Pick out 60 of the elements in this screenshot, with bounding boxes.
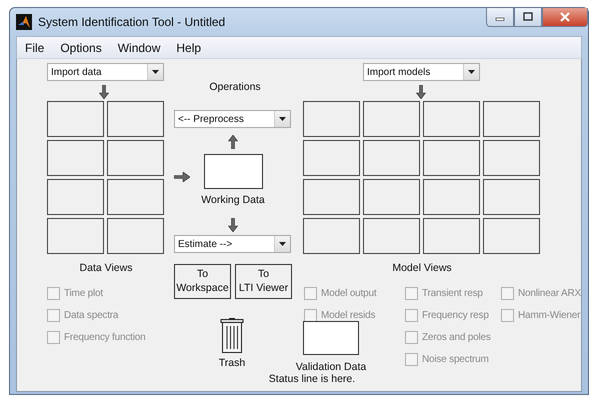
caret-icon <box>279 242 286 246</box>
caret-icon <box>468 70 475 74</box>
caret-icon <box>152 70 159 74</box>
maximize-button[interactable] <box>514 8 542 27</box>
app-icon <box>16 14 32 30</box>
caret-icon <box>279 117 286 121</box>
data-slot[interactable] <box>47 218 104 254</box>
data-slot[interactable] <box>47 101 104 137</box>
data-slot[interactable] <box>107 179 164 215</box>
right-arrow-icon <box>174 172 190 182</box>
model-slot[interactable] <box>423 101 480 137</box>
model-slot[interactable] <box>303 101 360 137</box>
model-slot[interactable] <box>363 218 420 254</box>
minimize-button[interactable] <box>486 8 514 27</box>
up-arrow-icon <box>228 135 238 149</box>
model-slot[interactable] <box>303 140 360 176</box>
trash-can-icon <box>220 318 244 354</box>
model-slot[interactable] <box>363 101 420 137</box>
down-arrow-icon <box>99 85 109 99</box>
model-slot[interactable] <box>363 140 420 176</box>
data-slot[interactable] <box>107 101 164 137</box>
menu-item[interactable]: Options <box>52 40 110 54</box>
validation-data-slot[interactable] <box>303 321 359 355</box>
model-slot[interactable] <box>423 179 480 215</box>
model-slot[interactable] <box>423 218 480 254</box>
export-button[interactable]: To LTI Viewer <box>235 264 292 299</box>
data-slot[interactable] <box>47 179 104 215</box>
trash-label: Trash <box>218 357 246 369</box>
menu-item[interactable]: File <box>17 40 52 54</box>
preprocess-dropdown[interactable]: <-- Preprocess <box>174 110 291 128</box>
estimate-dropdown[interactable]: Estimate --> <box>174 235 291 253</box>
status-line: Status line is here. <box>268 373 356 385</box>
data-slot[interactable] <box>107 218 164 254</box>
model-slot[interactable] <box>303 179 360 215</box>
model-slot[interactable] <box>483 179 540 215</box>
model-slot[interactable] <box>363 179 420 215</box>
model-slot[interactable] <box>423 140 480 176</box>
data-slot[interactable] <box>107 140 164 176</box>
import-models-dropdown[interactable]: Import models <box>363 63 480 81</box>
model-views-label: Model Views <box>391 262 453 274</box>
model-slot[interactable] <box>483 140 540 176</box>
model-slot[interactable] <box>483 218 540 254</box>
export-button[interactable]: To Workspace <box>174 264 231 299</box>
menu-item[interactable]: Window <box>110 40 168 54</box>
close-icon <box>559 12 571 22</box>
menu-item[interactable]: Help <box>168 40 210 54</box>
data-views-label: Data Views <box>78 262 134 274</box>
model-slot[interactable] <box>483 101 540 137</box>
working-data-slot[interactable] <box>204 154 263 189</box>
data-slot[interactable] <box>47 140 104 176</box>
close-button[interactable] <box>542 8 588 27</box>
model-slot[interactable] <box>303 218 360 254</box>
down-arrow-icon <box>228 218 238 232</box>
maximize-icon <box>523 12 533 22</box>
import-data-dropdown[interactable]: Import data <box>47 63 164 81</box>
down-arrow-icon <box>416 85 426 99</box>
window-title: System Identification Tool - Untitled <box>38 15 226 29</box>
operations-label: Operations <box>208 81 262 93</box>
validation-data-label: Validation Data <box>294 361 368 373</box>
working-data-label: Working Data <box>200 194 266 206</box>
